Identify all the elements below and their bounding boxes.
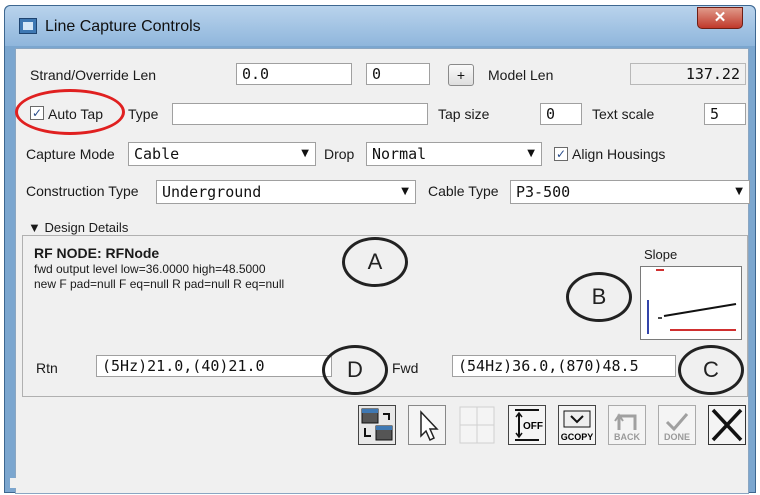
type-label: Type bbox=[128, 106, 159, 122]
offset-button[interactable]: OFF bbox=[508, 405, 546, 445]
capture-mode-select[interactable]: Cable ▼ bbox=[128, 142, 316, 166]
status-bar bbox=[10, 478, 744, 488]
grid-button[interactable] bbox=[458, 405, 496, 445]
chevron-down-icon: ▼ bbox=[301, 148, 309, 159]
fwd-label: Fwd bbox=[392, 360, 419, 376]
capture-mode-label: Capture Mode bbox=[26, 146, 115, 162]
swap-windows-icon bbox=[361, 408, 393, 441]
design-details-label: Design Details bbox=[44, 220, 129, 235]
cable-type-value: P3-500 bbox=[516, 183, 571, 201]
strand-length-input[interactable]: 0.0 bbox=[236, 63, 352, 85]
gcopy-button[interactable]: GCOPY bbox=[558, 405, 596, 445]
align-housings-label: Align Housings bbox=[572, 146, 666, 162]
drop-value: Normal bbox=[372, 145, 427, 163]
pointer-arrow-icon bbox=[420, 410, 439, 442]
close-button[interactable]: ✕ bbox=[697, 7, 743, 29]
capture-mode-value: Cable bbox=[134, 145, 180, 163]
chevron-down-icon: ▼ bbox=[527, 148, 535, 159]
callout-c: C bbox=[678, 345, 744, 395]
done-label: DONE bbox=[663, 432, 690, 442]
chevron-down-icon: ▼ bbox=[401, 186, 409, 197]
model-len-label: Model Len bbox=[488, 67, 554, 83]
highlight-ring bbox=[15, 89, 125, 135]
override-count-input[interactable]: 0 bbox=[366, 63, 430, 85]
construction-type-label: Construction Type bbox=[26, 183, 139, 199]
window-title: Line Capture Controls bbox=[45, 18, 201, 35]
close-x-icon bbox=[711, 408, 743, 442]
plus-button[interactable]: + bbox=[448, 64, 474, 86]
grid-icon bbox=[459, 406, 495, 444]
drop-select[interactable]: Normal ▼ bbox=[366, 142, 542, 166]
fwd-input[interactable]: (54Hz)36.0,(870)48.5 bbox=[452, 355, 676, 377]
done-button[interactable]: DONE bbox=[658, 405, 696, 445]
tap-size-input[interactable]: 0 bbox=[540, 103, 582, 125]
cable-type-select[interactable]: P3-500 ▼ bbox=[510, 180, 750, 204]
drop-label: Drop bbox=[324, 146, 355, 162]
fwd-output-text: fwd output level low=36.0000 high=48.500… bbox=[34, 262, 266, 276]
title-bar[interactable]: Line Capture Controls ✕ bbox=[5, 6, 755, 46]
construction-type-value: Underground bbox=[162, 183, 262, 201]
callout-d: D bbox=[322, 345, 388, 395]
cancel-button[interactable] bbox=[708, 405, 746, 445]
align-housings-checkbox[interactable]: ✓ bbox=[554, 147, 568, 161]
text-scale-input[interactable]: 5 bbox=[704, 103, 746, 125]
back-button[interactable]: BACK bbox=[608, 405, 646, 445]
select-pointer-button[interactable] bbox=[408, 405, 446, 445]
gcopy-label: GCOPY bbox=[560, 432, 594, 442]
offset-label: OFF bbox=[523, 421, 543, 432]
chevron-down-icon: ▼ bbox=[735, 186, 743, 197]
slope-label: Slope bbox=[644, 247, 678, 262]
app-icon bbox=[19, 18, 37, 34]
slope-graph-frame bbox=[640, 266, 742, 340]
cable-type-label: Cable Type bbox=[428, 183, 499, 199]
design-details-toggle[interactable]: ▼ Design Details bbox=[28, 220, 128, 235]
strand-override-label: Strand/Override Len bbox=[30, 67, 157, 83]
rtn-input[interactable]: (5Hz)21.0,(40)21.0 bbox=[96, 355, 332, 377]
slope-graph bbox=[640, 266, 742, 340]
swap-windows-button[interactable] bbox=[358, 405, 396, 445]
type-input[interactable] bbox=[172, 103, 428, 125]
triangle-down-icon: ▼ bbox=[28, 220, 41, 235]
callout-b: B bbox=[566, 272, 632, 322]
back-label: BACK bbox=[614, 432, 640, 442]
callout-a: A bbox=[342, 237, 408, 287]
model-len-value: 137.22 bbox=[630, 63, 746, 85]
pad-eq-text: new F pad=null F eq=null R pad=null R eq… bbox=[34, 277, 285, 291]
construction-type-select[interactable]: Underground ▼ bbox=[156, 180, 416, 204]
node-title: RF NODE: RFNode bbox=[34, 245, 160, 261]
tap-size-label: Tap size bbox=[438, 106, 490, 122]
text-scale-label: Text scale bbox=[592, 106, 655, 122]
rtn-label: Rtn bbox=[36, 360, 58, 376]
